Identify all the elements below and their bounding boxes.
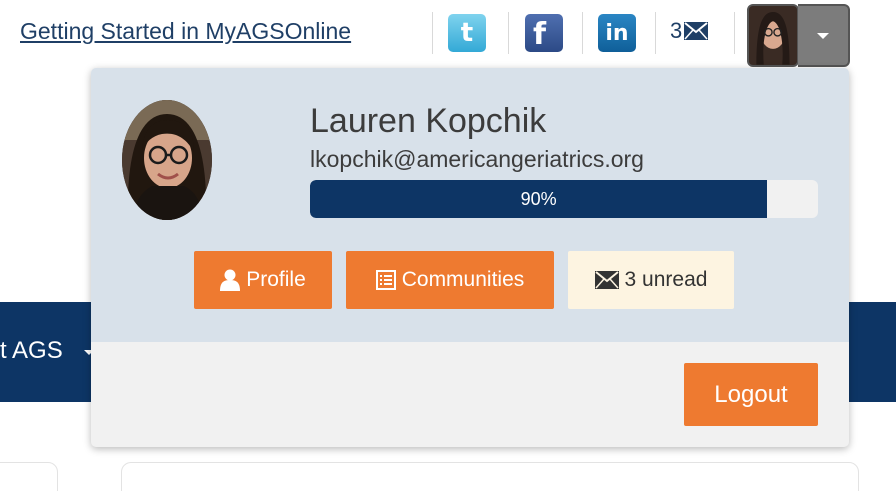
user-icon: [220, 269, 241, 291]
linkedin-icon[interactable]: in: [598, 14, 636, 52]
avatar-photo: [749, 6, 797, 65]
content-card: [121, 462, 859, 491]
divider: [432, 12, 433, 54]
facebook-icon[interactable]: f: [525, 14, 563, 52]
user-email: lkopchik@americangeriatrics.org: [310, 146, 644, 172]
message-count: 3: [670, 18, 683, 43]
envelope-icon: [594, 271, 619, 289]
getting-started-link[interactable]: Getting Started in MyAGSOnline: [20, 18, 351, 45]
twitter-icon[interactable]: t: [448, 14, 486, 52]
avatar-photo: [122, 100, 212, 220]
caret-down-icon[interactable]: [798, 4, 850, 67]
divider: [655, 12, 656, 54]
divider: [508, 12, 509, 54]
divider: [734, 12, 735, 54]
progress-label: 90%: [520, 188, 557, 209]
user-avatar-button[interactable]: [747, 4, 799, 67]
profile-completion-bar: 90%: [310, 180, 818, 218]
top-utility-bar: Getting Started in MyAGSOnline t f in 3: [0, 0, 896, 68]
user-name: Lauren Kopchik: [310, 102, 547, 140]
communities-button[interactable]: Communities: [346, 251, 554, 309]
avatar: [122, 100, 212, 220]
divider: [582, 12, 583, 54]
user-dropdown-menu: Lauren Kopchik lkopchik@americangeriatri…: [91, 68, 849, 447]
list-icon: [375, 270, 396, 290]
envelope-icon: [684, 22, 709, 40]
profile-button[interactable]: Profile: [194, 251, 332, 309]
content-card: [0, 462, 58, 491]
messages-link[interactable]: 3: [670, 18, 709, 44]
nav-item-about-ags[interactable]: t AGS: [0, 337, 63, 365]
logout-button[interactable]: Logout: [684, 363, 818, 426]
unread-messages-button[interactable]: 3 unread: [568, 251, 734, 309]
user-summary-panel: Lauren Kopchik lkopchik@americangeriatri…: [91, 68, 849, 342]
